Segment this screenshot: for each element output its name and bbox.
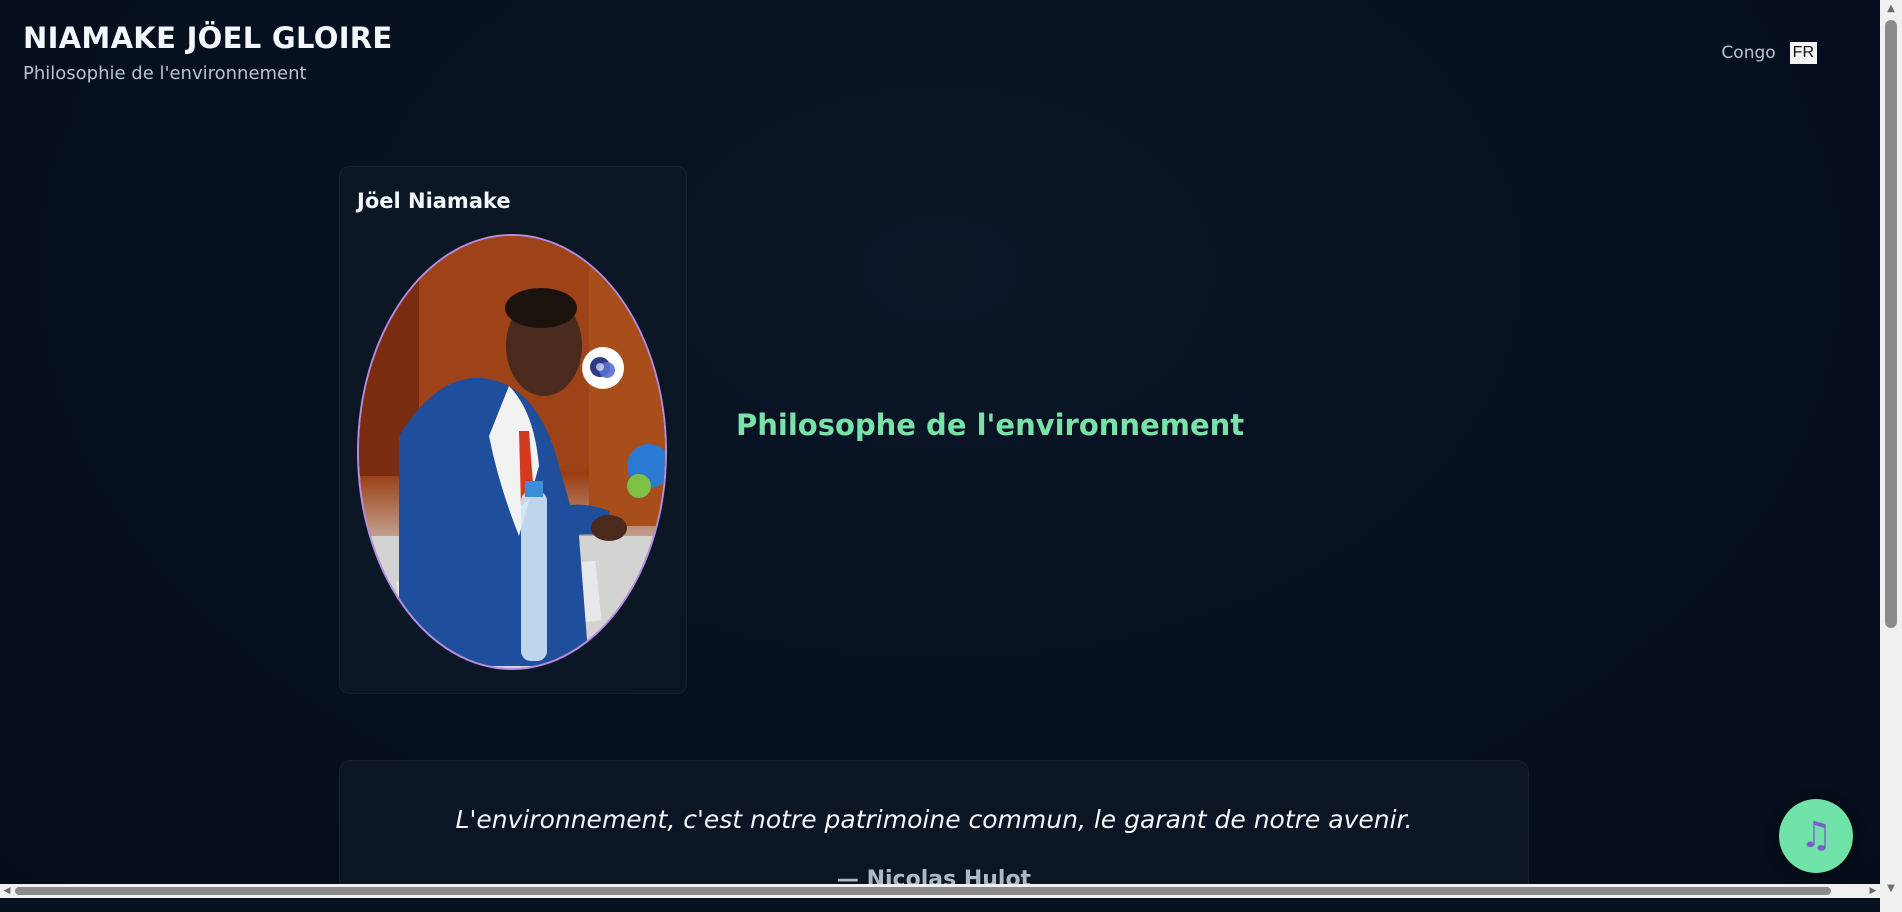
- portrait-illustration: [359, 236, 665, 668]
- portrait-photo: [357, 234, 667, 670]
- music-toggle-button[interactable]: ♫: [1779, 799, 1853, 873]
- horizontal-scroll-thumb[interactable]: [15, 887, 1831, 895]
- language-code-badge[interactable]: FR: [1789, 42, 1817, 64]
- scroll-up-icon[interactable]: ▲: [1880, 0, 1902, 18]
- country-label: Congo: [1721, 43, 1776, 63]
- music-note-icon: ♫: [1799, 815, 1833, 856]
- scroll-left-icon[interactable]: ◀: [0, 884, 14, 898]
- scroll-right-icon[interactable]: ▶: [1866, 884, 1880, 898]
- site-title: NIAMAKE JÖEL GLOIRE: [23, 21, 393, 55]
- profile-role-heading: Philosophe de l'environnement: [736, 408, 1245, 442]
- site-subtitle: Philosophie de l'environnement: [23, 63, 307, 84]
- language-selector[interactable]: Congo FR: [1721, 42, 1817, 64]
- scrollbar-corner: [1880, 898, 1902, 912]
- vertical-scroll-thumb[interactable]: [1885, 20, 1897, 628]
- site-brand[interactable]: NIAMAKE JÖEL GLOIRE Philosophie de l'env…: [23, 20, 393, 86]
- logo-badge-icon: [582, 347, 624, 389]
- horizontal-scrollbar[interactable]: ◀ ▶: [0, 884, 1880, 898]
- profile-card: Jöel Niamake: [339, 166, 687, 694]
- scroll-down-icon[interactable]: ▼: [1880, 880, 1902, 898]
- quote-text: L'environnement, c'est notre patrimoine …: [455, 805, 1413, 834]
- profile-name: Jöel Niamake: [357, 189, 511, 213]
- page-viewport: NIAMAKE JÖEL GLOIRE Philosophie de l'env…: [0, 0, 1880, 898]
- vertical-scrollbar[interactable]: ▲ ▼: [1880, 0, 1902, 898]
- quote-card: L'environnement, c'est notre patrimoine …: [339, 760, 1529, 898]
